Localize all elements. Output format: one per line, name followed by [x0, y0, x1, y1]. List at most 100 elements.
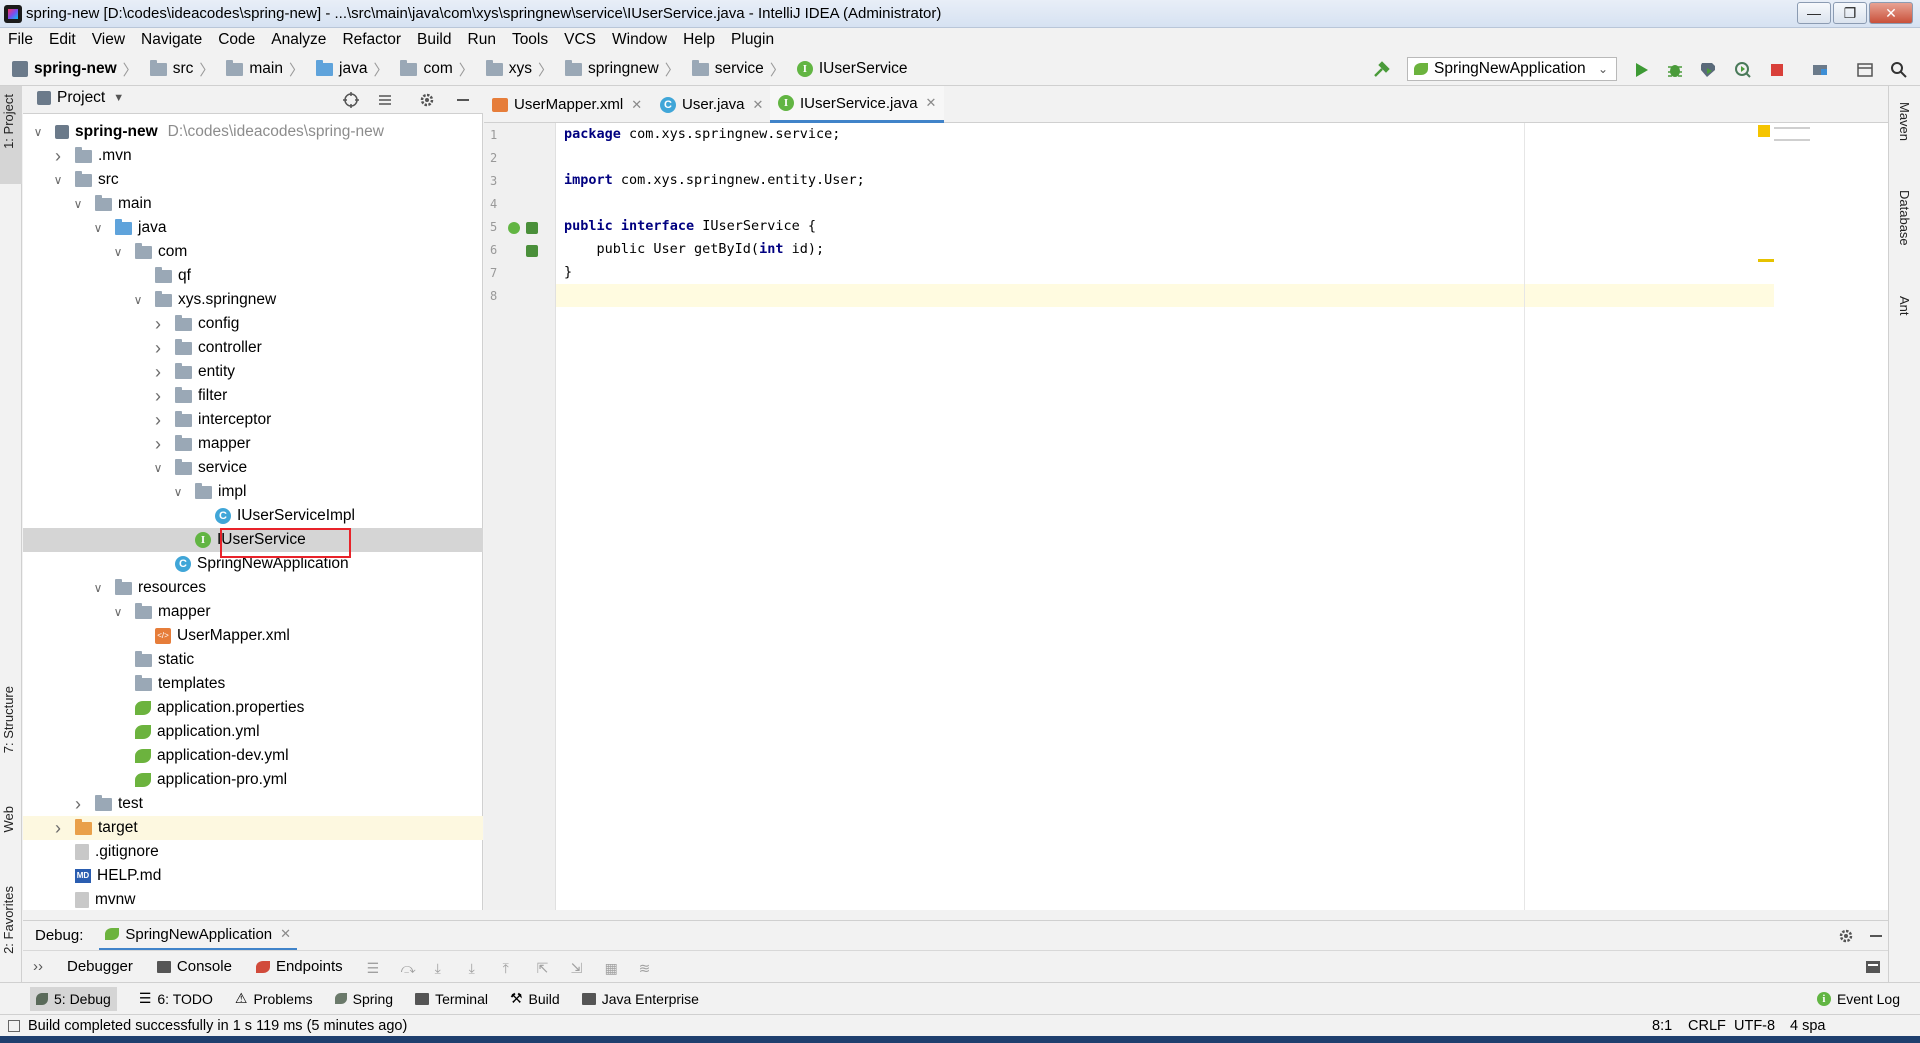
- menu-analyze[interactable]: Analyze: [263, 28, 334, 52]
- indent-setting[interactable]: 4 spa: [1790, 1018, 1825, 1034]
- status-toggle-icon[interactable]: [8, 1019, 20, 1032]
- tree-item[interactable]: ›mvnw: [23, 888, 483, 912]
- chevron-down-icon[interactable]: ∨: [31, 125, 45, 139]
- chevron-right-icon[interactable]: ›: [151, 386, 165, 407]
- code-line[interactable]: import com.xys.springnew.entity.User;: [564, 172, 865, 188]
- chevron-down-icon[interactable]: ∨: [51, 173, 65, 187]
- code-line[interactable]: package com.xys.springnew.service;: [564, 126, 840, 142]
- tree-item[interactable]: ›application-dev.yml: [23, 744, 483, 768]
- tree-item[interactable]: › mapper: [23, 432, 483, 456]
- tab-web[interactable]: Web: [1, 806, 16, 833]
- menu-view[interactable]: View: [84, 28, 133, 52]
- menu-refactor[interactable]: Refactor: [334, 28, 409, 52]
- menu-window[interactable]: Window: [604, 28, 675, 52]
- chevron-right-icon[interactable]: ›: [151, 410, 165, 431]
- breadcrumb-item[interactable]: main 〉: [226, 59, 312, 80]
- chevron-right-icon[interactable]: ›: [51, 818, 65, 839]
- implemented-marker-icon[interactable]: [508, 222, 520, 234]
- step-over-icon[interactable]: ⤼: [401, 960, 417, 976]
- tree-item[interactable]: ∨ impl: [23, 480, 483, 504]
- tree-item[interactable]: ›application.properties: [23, 696, 483, 720]
- breadcrumb-item[interactable]: spring-new 〉: [12, 59, 146, 80]
- trace-icon[interactable]: ≋: [639, 960, 655, 976]
- breadcrumb-item[interactable]: src 〉: [149, 59, 223, 80]
- project-structure-icon[interactable]: [1811, 61, 1829, 79]
- layout-settings-icon[interactable]: [1864, 959, 1882, 975]
- tree-item[interactable]: › filter: [23, 384, 483, 408]
- menu-plugin[interactable]: Plugin: [723, 28, 782, 52]
- tree-item[interactable]: › test: [23, 792, 483, 816]
- chevron-down-icon[interactable]: ∨: [111, 605, 125, 619]
- close-tab-icon[interactable]: ✕: [631, 97, 642, 113]
- tab-ant[interactable]: Ant: [1897, 296, 1912, 316]
- tree-item[interactable]: ›templates: [23, 672, 483, 696]
- chevron-down-icon[interactable]: ∨: [71, 197, 85, 211]
- tab-iuserservice-java[interactable]: I IUserService.java ✕: [770, 86, 945, 123]
- tree-item[interactable]: ∨ com: [23, 240, 483, 264]
- tree-item[interactable]: ›CIUserServiceImpl: [23, 504, 483, 528]
- frames-icon[interactable]: ☰: [367, 960, 383, 976]
- chevron-right-icon[interactable]: ›: [151, 314, 165, 335]
- menu-file[interactable]: File: [0, 28, 41, 52]
- profiler-icon[interactable]: [1734, 61, 1752, 79]
- tool-todo[interactable]: ☰ 6: TODO: [139, 990, 213, 1007]
- gear-icon[interactable]: [1838, 928, 1854, 944]
- chevron-right-icon[interactable]: ›: [51, 146, 65, 167]
- tree-item[interactable]: › entity: [23, 360, 483, 384]
- tree-item[interactable]: ∨ java: [23, 216, 483, 240]
- tree-item[interactable]: ∨ xys.springnew: [23, 288, 483, 312]
- scrollbar-marker[interactable]: [1758, 259, 1774, 262]
- tree-item[interactable]: › interceptor: [23, 408, 483, 432]
- chevron-down-icon[interactable]: ∨: [111, 245, 125, 259]
- tree-item[interactable]: ∨ spring-new D:\codes\ideacodes\spring-new: [23, 120, 483, 144]
- code-line[interactable]: public User getById(int id);: [564, 241, 825, 257]
- collapse-all-icon[interactable]: [377, 92, 393, 108]
- tab-console[interactable]: Console: [156, 958, 232, 975]
- tree-item[interactable]: ›application.yml: [23, 720, 483, 744]
- close-tab-icon[interactable]: ✕: [753, 97, 764, 113]
- chevron-down-icon[interactable]: ▼: [113, 92, 124, 104]
- menu-navigate[interactable]: Navigate: [133, 28, 210, 52]
- run-icon[interactable]: [1632, 61, 1650, 79]
- chevron-right-icon[interactable]: ›: [151, 434, 165, 455]
- chevron-down-icon[interactable]: ∨: [131, 293, 145, 307]
- minimize-button[interactable]: —: [1797, 2, 1831, 24]
- evaluate-icon[interactable]: ▦: [605, 960, 621, 976]
- breadcrumb-item[interactable]: springnew 〉: [565, 59, 688, 80]
- tool-java-enterprise[interactable]: Java Enterprise: [581, 991, 699, 1007]
- step-into-icon[interactable]: ⤓: [435, 960, 451, 976]
- chevron-down-icon[interactable]: ∨: [91, 221, 105, 235]
- tool-spring[interactable]: Spring: [334, 991, 393, 1007]
- menu-edit[interactable]: Edit: [41, 28, 84, 52]
- tab-database[interactable]: Database: [1897, 190, 1912, 246]
- code-line[interactable]: }: [564, 264, 572, 280]
- menu-vcs[interactable]: VCS: [556, 28, 604, 52]
- tab-endpoints[interactable]: Endpoints: [255, 958, 343, 975]
- hide-icon[interactable]: [1868, 928, 1884, 944]
- chevron-right-icon[interactable]: ›: [71, 794, 85, 815]
- menu-code[interactable]: Code: [210, 28, 263, 52]
- expand-icon[interactable]: ››: [33, 958, 43, 975]
- layout-icon[interactable]: [1856, 61, 1874, 79]
- tab-maven[interactable]: Maven: [1897, 102, 1912, 141]
- breadcrumb-item[interactable]: java 〉: [316, 59, 396, 80]
- force-step-into-icon[interactable]: ⤓: [469, 960, 485, 976]
- stop-icon[interactable]: [1768, 61, 1786, 79]
- tree-item[interactable]: ›application-pro.yml: [23, 768, 483, 792]
- drop-frame-icon[interactable]: ⇱: [537, 960, 553, 976]
- tab-project[interactable]: 1: Project: [1, 94, 16, 149]
- breadcrumb-item[interactable]: xys 〉: [485, 59, 561, 80]
- tree-item[interactable]: › target: [23, 816, 483, 840]
- tab-structure[interactable]: 7: Structure: [1, 686, 16, 753]
- tree-item[interactable]: ∨ src: [23, 168, 483, 192]
- close-tab-icon[interactable]: ✕: [926, 95, 937, 111]
- project-view-select[interactable]: Project: [57, 89, 105, 107]
- gear-icon[interactable]: [419, 92, 435, 108]
- tree-item[interactable]: ›static: [23, 648, 483, 672]
- maximize-button[interactable]: ❐: [1833, 2, 1867, 24]
- tab-user-java[interactable]: C User.java ✕: [652, 86, 771, 123]
- hide-icon[interactable]: [455, 92, 471, 108]
- build-hammer-icon[interactable]: [1372, 61, 1390, 79]
- tree-item[interactable]: ›</>UserMapper.xml: [23, 624, 483, 648]
- chevron-right-icon[interactable]: ›: [151, 338, 165, 359]
